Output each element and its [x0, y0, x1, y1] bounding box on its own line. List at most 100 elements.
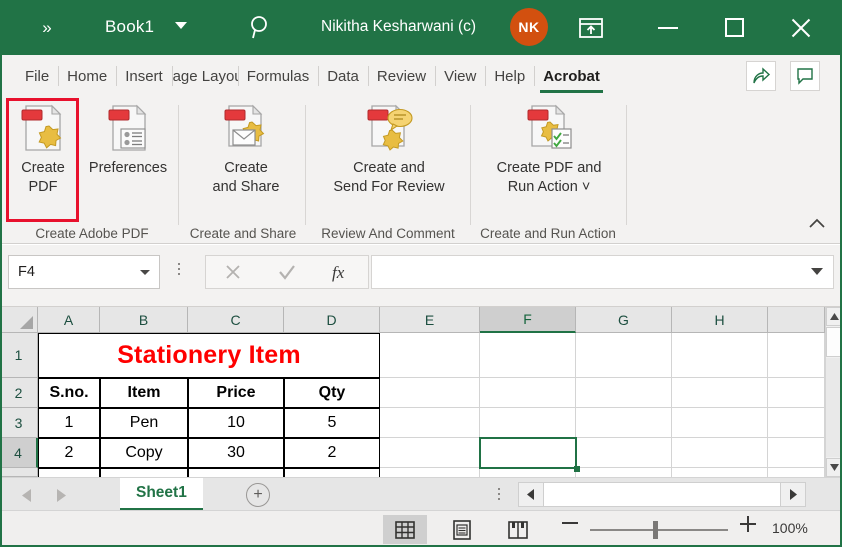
collapse-ribbon-button[interactable]: [806, 215, 828, 235]
cancel-button[interactable]: [206, 256, 260, 288]
scroll-down-button[interactable]: [826, 458, 842, 477]
cell-A2[interactable]: S.no.: [38, 378, 100, 408]
search-icon[interactable]: [245, 12, 277, 44]
tab-insert[interactable]: Insert: [116, 55, 172, 97]
cell-F4[interactable]: [480, 438, 576, 468]
ribbon-display-options-icon[interactable]: [577, 15, 605, 41]
close-button[interactable]: [772, 0, 828, 55]
tab-help[interactable]: Help: [485, 55, 534, 97]
minimize-button[interactable]: [640, 0, 696, 55]
workbook-dropdown-icon[interactable]: [175, 22, 187, 29]
cell-C4[interactable]: 30: [188, 438, 284, 468]
cell-B3[interactable]: Pen: [100, 408, 188, 438]
cell-D3[interactable]: 5: [284, 408, 380, 438]
cell-D2[interactable]: Qty: [284, 378, 380, 408]
vertical-scrollbar[interactable]: [825, 307, 842, 477]
sheet-bar-grip[interactable]: [498, 488, 500, 500]
cell-F5[interactable]: [480, 468, 576, 477]
column-header-B[interactable]: B: [100, 307, 188, 333]
create-and-share-button[interactable]: Create and Share: [191, 101, 301, 197]
cell-I4[interactable]: [768, 438, 825, 468]
next-sheet-button[interactable]: [57, 488, 66, 502]
expand-formula-bar-icon[interactable]: [811, 268, 823, 275]
cell-B5[interactable]: [100, 468, 188, 477]
comments-button[interactable]: [790, 61, 820, 91]
row-header-3[interactable]: 3: [0, 408, 38, 438]
tab-view[interactable]: View: [435, 55, 485, 97]
scroll-left-button[interactable]: [519, 483, 542, 506]
tab-review[interactable]: Review: [367, 55, 435, 97]
column-header-G[interactable]: G: [576, 307, 672, 333]
cell-C2[interactable]: Price: [188, 378, 284, 408]
cell-E2[interactable]: [380, 378, 480, 408]
zoom-in-button[interactable]: [740, 516, 756, 532]
tab-page-layout[interactable]: Page Layout: [171, 55, 238, 97]
cell-G4[interactable]: [576, 438, 672, 468]
page-layout-view-button[interactable]: [440, 515, 484, 544]
cell-H5[interactable]: [672, 468, 768, 477]
avatar[interactable]: NK: [510, 8, 548, 46]
column-header-H[interactable]: H: [672, 307, 768, 333]
name-box-dropdown-icon[interactable]: [140, 270, 150, 275]
row-header-partial[interactable]: [0, 468, 38, 477]
column-header-D[interactable]: D: [284, 307, 380, 333]
cell-G1[interactable]: [576, 333, 672, 378]
cell-D5[interactable]: [284, 468, 380, 477]
preferences-button[interactable]: Preferences: [80, 101, 176, 178]
scroll-up-button[interactable]: [826, 307, 842, 326]
column-header-A[interactable]: A: [38, 307, 100, 333]
cell-A5[interactable]: [38, 468, 100, 477]
row-header-4[interactable]: 4: [0, 438, 38, 468]
column-header-partial[interactable]: [768, 307, 825, 333]
cell-D4[interactable]: 2: [284, 438, 380, 468]
cell-E1[interactable]: [380, 333, 480, 378]
insert-function-button[interactable]: fx: [314, 256, 368, 288]
add-sheet-button[interactable]: +: [246, 483, 270, 507]
cell-C3[interactable]: 10: [188, 408, 284, 438]
cell-F2[interactable]: [480, 378, 576, 408]
cell-H4[interactable]: [672, 438, 768, 468]
cell-B2[interactable]: Item: [100, 378, 188, 408]
vertical-scroll-thumb[interactable]: [826, 327, 842, 357]
cell-I2[interactable]: [768, 378, 825, 408]
select-all-button[interactable]: [0, 307, 38, 333]
cell-I3[interactable]: [768, 408, 825, 438]
maximize-button[interactable]: [706, 0, 762, 55]
cell-F1[interactable]: [480, 333, 576, 378]
zoom-slider-thumb[interactable]: [653, 521, 658, 539]
cell-E5[interactable]: [380, 468, 480, 477]
normal-view-button[interactable]: [383, 515, 427, 544]
scroll-right-button[interactable]: [782, 483, 805, 506]
horizontal-scroll-thumb[interactable]: [543, 483, 781, 506]
tab-data[interactable]: Data: [318, 55, 368, 97]
tab-home[interactable]: Home: [58, 55, 116, 97]
vertical-scroll-track[interactable]: [826, 358, 842, 457]
sheet-tab-sheet1[interactable]: Sheet1: [120, 478, 203, 511]
page-break-preview-button[interactable]: [496, 515, 540, 544]
formula-input[interactable]: [371, 255, 834, 289]
tab-file[interactable]: File: [16, 55, 58, 97]
cell-A4[interactable]: 2: [38, 438, 100, 468]
cell-A3[interactable]: 1: [38, 408, 100, 438]
column-header-F[interactable]: F: [480, 307, 576, 333]
cell-G2[interactable]: [576, 378, 672, 408]
enter-button[interactable]: [260, 256, 314, 288]
cell-H3[interactable]: [672, 408, 768, 438]
cell-E4[interactable]: [380, 438, 480, 468]
cell-I5[interactable]: [768, 468, 825, 477]
cell-H2[interactable]: [672, 378, 768, 408]
cell-G5[interactable]: [576, 468, 672, 477]
cell-B4[interactable]: Copy: [100, 438, 188, 468]
create-pdf-and-run-action-button[interactable]: Create PDF and Run Action ˅: [476, 101, 622, 197]
cell-I1[interactable]: [768, 333, 825, 378]
cell-F3[interactable]: [480, 408, 576, 438]
row-header-1[interactable]: 1: [0, 333, 38, 378]
cell-A1[interactable]: Stationery Item: [38, 333, 380, 378]
cell-H1[interactable]: [672, 333, 768, 378]
column-header-E[interactable]: E: [380, 307, 480, 333]
share-button[interactable]: [746, 61, 776, 91]
cell-C5[interactable]: [188, 468, 284, 477]
create-and-send-for-review-button[interactable]: Create and Send For Review: [313, 101, 465, 197]
tab-acrobat[interactable]: Acrobat: [534, 55, 609, 97]
tab-formulas[interactable]: Formulas: [237, 55, 319, 97]
